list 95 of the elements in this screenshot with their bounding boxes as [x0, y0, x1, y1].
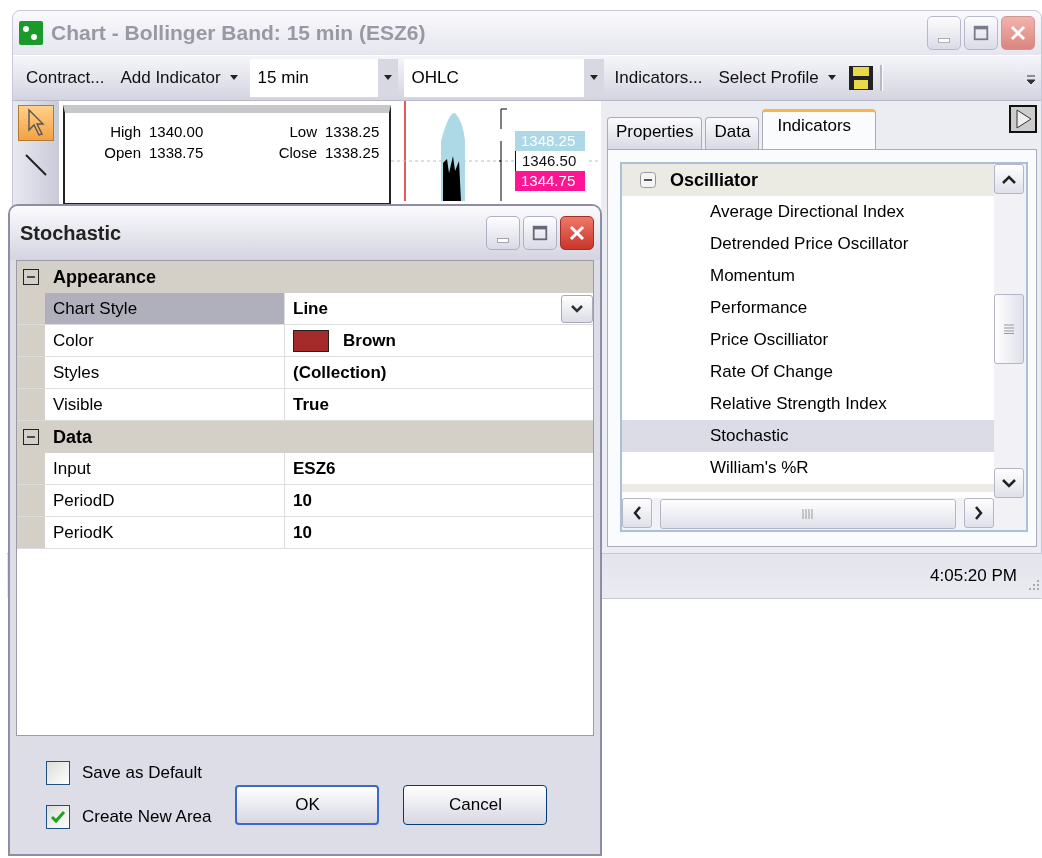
property-value[interactable]: Brown	[343, 330, 396, 351]
quote-value: 1338.25	[325, 123, 381, 140]
grip-icon	[1003, 324, 1015, 334]
pointer-icon	[26, 108, 46, 138]
toolbar-menu-button[interactable]: Add Indicator	[115, 64, 244, 92]
property-value[interactable]: Line	[293, 298, 328, 319]
line-icon	[24, 153, 48, 177]
close-icon	[567, 223, 587, 243]
toolbar-menu-button[interactable]: Select Profile	[713, 64, 842, 92]
panel-tab[interactable]: Data	[705, 117, 760, 149]
app-icon	[19, 21, 43, 45]
caret-icon	[228, 75, 239, 81]
quote-value: 1338.75	[149, 144, 205, 161]
quote-label: Close	[277, 144, 317, 161]
property-name[interactable]: Input	[45, 453, 285, 484]
property-name[interactable]: Visible	[45, 389, 285, 420]
property-row[interactable]: Chart Style Line	[17, 293, 593, 325]
tree-item[interactable]: Rate Of Change	[622, 356, 994, 388]
property-row[interactable]: PeriodK 10	[17, 517, 593, 549]
tree-item[interactable]: Performance	[622, 292, 994, 324]
property-value[interactable]: (Collection)	[293, 362, 387, 383]
property-row[interactable]: Visible True	[17, 389, 593, 421]
caret-icon	[382, 75, 393, 81]
property-value[interactable]: 10	[293, 522, 312, 543]
checkbox[interactable]	[46, 761, 70, 785]
tree-item[interactable]: William's %R	[622, 452, 994, 484]
checkbox[interactable]	[46, 805, 70, 829]
panel-tab[interactable]: Properties	[607, 117, 703, 149]
vertical-scrollbar[interactable]	[994, 164, 1026, 498]
tree-group[interactable]: Oscilliator	[622, 164, 994, 196]
horizontal-scrollbar[interactable]	[622, 498, 1026, 530]
chevron-up-icon[interactable]	[1001, 174, 1017, 184]
toolbar-button[interactable]: Indicators...	[609, 64, 708, 92]
property-category[interactable]: Data	[17, 421, 593, 453]
property-name[interactable]: Styles	[45, 357, 285, 388]
chevron-left-icon[interactable]	[632, 505, 642, 521]
price-label: 1348.25	[515, 131, 585, 151]
property-name[interactable]: PeriodK	[45, 517, 285, 548]
maximize-icon	[531, 224, 549, 242]
caret-icon	[826, 75, 837, 81]
quote-value: 1340.00	[149, 123, 205, 140]
check-icon	[50, 809, 66, 825]
tree-item[interactable]: Relative Strength Index	[622, 388, 994, 420]
checkbox-label: Create New Area	[82, 807, 212, 827]
toolbar-dropdown[interactable]: 15 min	[249, 59, 398, 97]
collapse-icon[interactable]	[23, 429, 39, 445]
quote-value: 1338.25	[325, 144, 381, 161]
checkbox-label: Save as Default	[82, 763, 202, 783]
grip-icon	[802, 508, 814, 520]
window-title: Chart - Bollinger Band: 15 min (ESZ6)	[51, 21, 427, 45]
quote-label: Open	[103, 144, 141, 161]
maximize-button[interactable]	[964, 16, 998, 50]
minimize-icon	[938, 37, 950, 43]
maximize-icon	[972, 24, 990, 42]
panel-tab[interactable]: Indicators	[762, 109, 877, 149]
status-time: 4:05:20 PM	[930, 566, 1017, 586]
dialog-title: Stochastic	[20, 221, 123, 245]
dialog-button[interactable]: Cancel	[403, 785, 548, 825]
dropdown-button[interactable]	[561, 294, 593, 323]
property-row[interactable]: PeriodD 10	[17, 485, 593, 517]
play-icon[interactable]	[1009, 105, 1037, 133]
resize-grip-icon[interactable]	[1027, 578, 1041, 592]
close-icon	[1008, 23, 1028, 43]
collapse-icon[interactable]	[640, 172, 656, 188]
price-label: 1346.50	[515, 151, 586, 171]
property-category[interactable]: Appearance	[17, 261, 593, 293]
tree-item[interactable]: Momentum	[622, 260, 994, 292]
tree-item[interactable]: Detrended Price Oscillator	[622, 228, 994, 260]
close-button[interactable]	[560, 216, 594, 250]
property-name[interactable]: PeriodD	[45, 485, 285, 516]
property-value[interactable]: ESZ6	[293, 458, 336, 479]
property-value[interactable]: True	[293, 394, 329, 415]
quote-label: Low	[288, 123, 317, 140]
property-row[interactable]: Color Brown	[17, 325, 593, 357]
toolbar-dropdown[interactable]: OHLC	[403, 59, 604, 97]
property-row[interactable]: Input ESZ6	[17, 453, 593, 485]
minimize-icon	[497, 237, 509, 243]
tree-item[interactable]: Stochastic	[622, 420, 994, 452]
tree-item[interactable]: Average Directional Index	[622, 196, 994, 228]
chevron-down-icon	[570, 303, 584, 314]
property-value[interactable]: 10	[293, 490, 312, 511]
property-row[interactable]: Styles (Collection)	[17, 357, 593, 389]
tree-item[interactable]: Price Oscilliator	[622, 324, 994, 356]
maximize-button[interactable]	[523, 216, 557, 250]
quote-label: High	[109, 123, 141, 140]
property-name[interactable]: Chart Style	[45, 293, 285, 324]
dialog-button[interactable]: OK	[235, 785, 380, 825]
toolbar-button[interactable]: Contract...	[21, 64, 110, 92]
chevron-right-icon[interactable]	[974, 505, 984, 521]
collapse-icon[interactable]	[23, 269, 39, 285]
chevron-down-icon[interactable]	[1001, 478, 1017, 488]
price-label: 1344.75	[515, 171, 585, 191]
caret-icon	[588, 75, 599, 81]
property-name[interactable]: Color	[45, 325, 285, 356]
drawing-tool[interactable]	[18, 105, 54, 141]
